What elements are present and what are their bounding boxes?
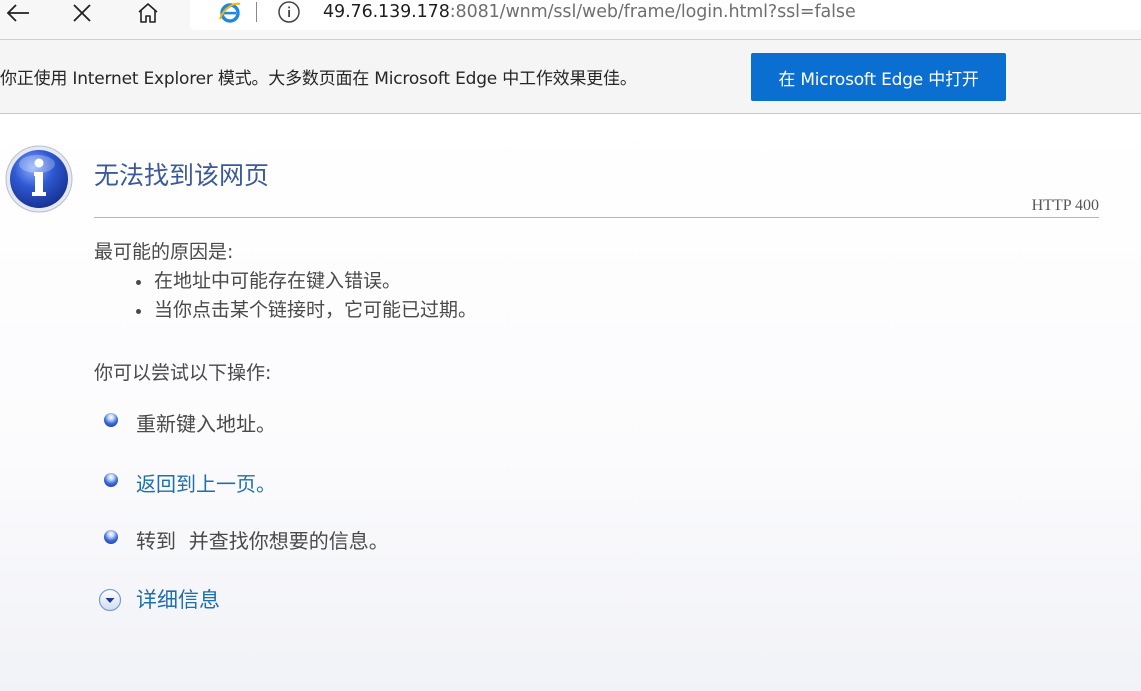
stop-button[interactable] [64, 0, 100, 26]
info-large-icon [5, 145, 73, 213]
bullet-icon [104, 473, 118, 487]
bullet-icon [104, 530, 118, 544]
more-information-label[interactable]: 详细信息 [136, 584, 220, 614]
back-button[interactable] [0, 0, 36, 26]
address-separator [256, 2, 257, 22]
error-page: 无法找到该网页 HTTP 400 最可能的原因是: 在地址中可能存在键入错误。 … [0, 114, 1141, 691]
open-in-edge-button[interactable]: 在 Microsoft Edge 中打开 [751, 53, 1006, 101]
title-divider [94, 217, 1099, 218]
bullet-icon [104, 413, 118, 427]
ie-mode-banner: 你正使用 Internet Explorer 模式。大多数页面在 Microso… [0, 40, 1141, 114]
browser-toolbar: 49.76.139.178:8081/wnm/ssl/web/frame/log… [0, 0, 1141, 40]
go-back-link[interactable]: 返回到上一页。 [136, 468, 276, 497]
action-text: 转到 并查找你想要的信息。 [136, 529, 389, 553]
info-icon[interactable] [276, 0, 302, 26]
address-bar[interactable]: 49.76.139.178:8081/wnm/ssl/web/frame/log… [190, 0, 1141, 30]
http-status-code: HTTP 400 [1031, 197, 1099, 214]
action-text: 重新键入地址。 [136, 412, 276, 436]
internet-explorer-icon [219, 2, 241, 23]
actions-heading: 你可以尝试以下操作: [94, 362, 272, 384]
list-item: 当你点击某个链接时，它可能已过期。 [136, 296, 477, 325]
reasons-list: 在地址中可能存在键入错误。 当你点击某个链接时，它可能已过期。 [136, 267, 477, 325]
ie-mode-message: 你正使用 Internet Explorer 模式。大多数页面在 Microso… [0, 69, 637, 89]
list-item: 在地址中可能存在键入错误。 [136, 267, 477, 296]
reasons-heading: 最可能的原因是: [94, 241, 234, 263]
page-title: 无法找到该网页 [94, 161, 270, 190]
home-icon [138, 3, 158, 23]
close-icon [73, 4, 91, 22]
url-path: :8081/wnm/ssl/web/frame/login.html?ssl=f… [449, 2, 856, 22]
url-host: 49.76.139.178 [323, 2, 450, 22]
chevron-down-icon[interactable] [98, 588, 122, 612]
home-button[interactable] [130, 0, 166, 26]
back-arrow-icon [6, 4, 29, 22]
url-text[interactable]: 49.76.139.178:8081/wnm/ssl/web/frame/log… [323, 0, 856, 24]
